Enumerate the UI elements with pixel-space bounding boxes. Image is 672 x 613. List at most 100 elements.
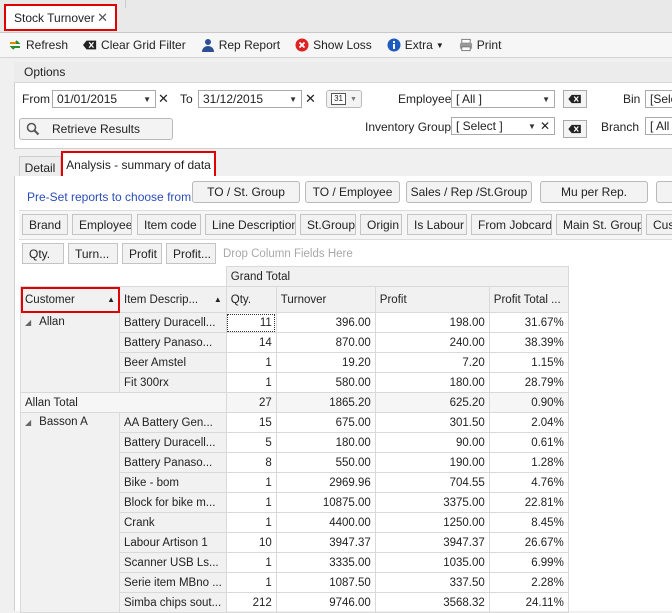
eraser-icon [568, 94, 581, 104]
filter-field-is-labour[interactable]: Is Labour [407, 214, 467, 235]
to-date-input[interactable]: 31/12/2015 ▼ [198, 90, 302, 108]
branch-value: [ All ] [650, 119, 672, 133]
preset-button-mu-per-rep[interactable]: Mu per Rep. [540, 181, 648, 203]
field-label: Is Labour [414, 217, 465, 232]
value-cell: 2.04% [488, 412, 569, 433]
data-field-profit[interactable]: Profit [122, 243, 162, 264]
group-total-label: Allan Total [20, 392, 227, 413]
value-cell: 1.28% [488, 452, 569, 473]
value-cell: 198.00 [374, 312, 490, 333]
tab-divider [125, 0, 126, 8]
filter-field-item-code[interactable]: Item code [137, 214, 201, 235]
value-cell: 2.28% [488, 572, 569, 593]
value-cell: 0.61% [488, 432, 569, 453]
clear-grid-filter-button[interactable]: Clear Grid Filter [75, 33, 193, 57]
filter-field-origin[interactable]: Origin [360, 214, 402, 235]
preset-button-label: TO / Employee [312, 185, 393, 199]
field-label: Origin [367, 217, 400, 232]
preset-button-to-st-group[interactable]: TO / St. Group [192, 181, 300, 203]
value-cell: 550.00 [275, 452, 376, 473]
value-cell: 11 [225, 312, 277, 333]
filter-field-employee[interactable]: Employee [72, 214, 132, 235]
row-field-customer[interactable]: Customer ▲ [20, 286, 120, 313]
data-field-profit-total[interactable]: Profit... [166, 243, 216, 264]
clear-employee-button[interactable] [563, 90, 587, 108]
value-cell: 1 [225, 352, 277, 373]
close-icon[interactable]: ✕ [97, 10, 108, 26]
inventory-group-select[interactable]: [ Select ] ▼ ✕ [451, 117, 555, 135]
preset-button-sales-rep-st-group[interactable]: Sales / Rep /St.Group [406, 181, 532, 203]
customer-cell[interactable]: ◢ Basson A [20, 412, 120, 613]
field-label: Brand [29, 217, 62, 232]
tab-analysis-label: Analysis - summary of data [66, 157, 211, 172]
retrieve-results-button[interactable]: Retrieve Results [19, 118, 173, 140]
grand-total-header[interactable]: Grand Total [225, 266, 569, 287]
filter-field-from-jobcard[interactable]: From Jobcard [471, 214, 552, 235]
rep-report-button[interactable]: Rep Report [193, 33, 287, 57]
refresh-button[interactable]: Refresh [0, 33, 75, 57]
branch-select[interactable]: [ All ] [645, 117, 672, 135]
preset-button-more[interactable] [656, 181, 672, 203]
eraser-icon [568, 124, 581, 134]
data-field-turnover[interactable]: Turn... [68, 243, 118, 264]
search-icon [26, 122, 40, 139]
table-row[interactable]: ◢ Basson A AA Battery Gen... 15 675.00 301.50… [20, 412, 569, 613]
field-label: Main St. Group [563, 217, 642, 232]
from-label: From [22, 92, 50, 106]
clear-to-icon[interactable]: ✕ [305, 91, 316, 107]
document-tab-stock-turnover[interactable]: Stock Turnover ✕ [4, 4, 117, 31]
col-header-turnover[interactable]: Turnover [275, 286, 376, 313]
value-cell: 9746.00 [275, 592, 376, 613]
item-description-cell: Bike - bom [119, 472, 227, 493]
show-loss-button[interactable]: Show Loss [287, 33, 379, 57]
data-field-qty[interactable]: Qty. [22, 243, 64, 264]
clear-inventory-group-icon[interactable]: ✕ [540, 119, 550, 133]
value-cell: 4400.00 [275, 512, 376, 533]
calendar-dropdown-button[interactable]: 31 ▼ [326, 90, 362, 108]
clear-from-icon[interactable]: ✕ [158, 91, 169, 107]
filter-field-line-description[interactable]: Line Description [205, 214, 296, 235]
value-cell: 180.00 [275, 432, 376, 453]
extra-dropdown-button[interactable]: Extra ▼ [379, 33, 451, 57]
customer-cell[interactable]: ◢ Allan [20, 312, 120, 393]
row-field-item-description[interactable]: Item Descrip... ▲ [119, 286, 227, 313]
filter-field-brand[interactable]: Brand [22, 214, 68, 235]
col-header-profit[interactable]: Profit [374, 286, 490, 313]
clear-inventory-group-button[interactable] [563, 120, 587, 138]
chevron-down-icon: ▼ [143, 94, 151, 104]
value-cell: 10 [225, 532, 277, 553]
value-cell: 675.00 [275, 412, 376, 433]
filter-field-st-group[interactable]: St.Group [300, 214, 356, 235]
value-cell: 301.50 [374, 412, 490, 433]
value-cell: 24.11% [488, 592, 569, 613]
tab-detail-label: Detail [24, 160, 56, 175]
tab-analysis[interactable]: Analysis - summary of data [61, 151, 216, 178]
filter-field-cust[interactable]: Cust [646, 214, 672, 235]
value-cell: 180.00 [374, 372, 490, 393]
value-cell: 704.55 [374, 472, 490, 493]
print-button[interactable]: Print [451, 33, 509, 57]
bin-select[interactable]: [Sele [645, 90, 672, 108]
col-header-qty[interactable]: Qty. [225, 286, 277, 313]
eraser-icon [83, 38, 97, 52]
value-cell: 1035.00 [374, 552, 490, 573]
employee-value: [ All ] [456, 92, 483, 106]
value-cell: 190.00 [374, 452, 490, 473]
value-cell: 8.45% [488, 512, 569, 533]
item-description-cell: Beer Amstel [119, 352, 227, 373]
item-description-cell: Battery Duracell... [119, 312, 227, 333]
value-cell: 15 [225, 412, 277, 433]
table-row[interactable]: ◢ Allan Battery Duracell... 11 396.00 198.00 3… [20, 312, 569, 393]
tab-detail[interactable]: Detail [19, 156, 61, 178]
filter-field-main-st-group[interactable]: Main St. Group [556, 214, 642, 235]
col-header-profit-total[interactable]: Profit Total ... [488, 286, 569, 313]
item-description-cell: Battery Panaso... [119, 452, 227, 473]
from-date-value: 01/01/2015 [57, 92, 118, 106]
value-cell: 3947.37 [275, 532, 376, 553]
clear-grid-filter-label: Clear Grid Filter [101, 38, 186, 52]
employee-select[interactable]: [ All ] ▼ [451, 90, 555, 108]
preset-button-to-employee[interactable]: TO / Employee [305, 181, 400, 203]
value-cell: 1 [225, 372, 277, 393]
chevron-down-icon: ▼ [289, 94, 297, 104]
from-date-input[interactable]: 01/01/2015 ▼ [52, 90, 156, 108]
